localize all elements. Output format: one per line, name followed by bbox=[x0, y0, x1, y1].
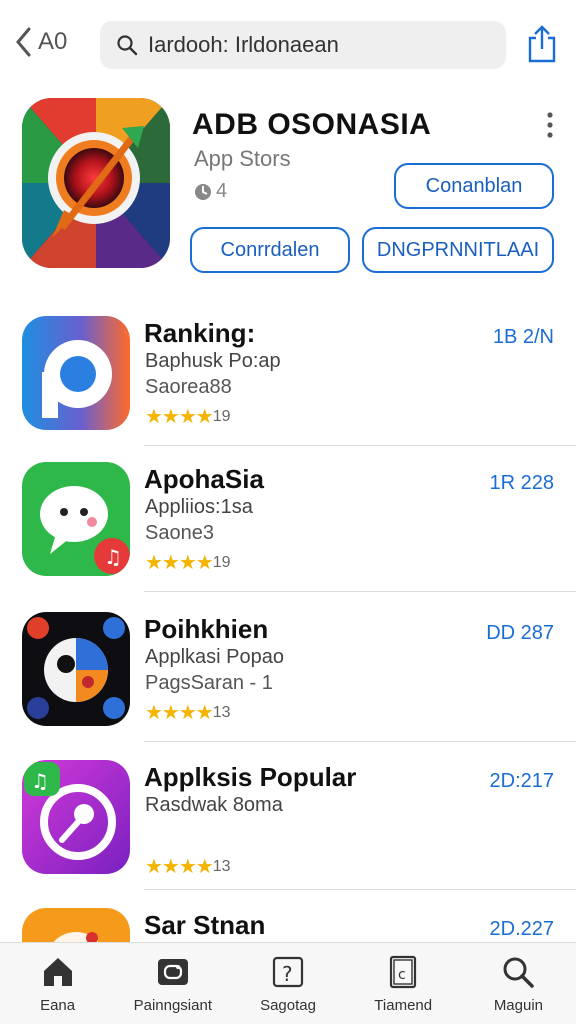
share-icon[interactable] bbox=[526, 24, 558, 64]
featured-app: ADB OSONASIA App Stors 4 Conanblan Conrr… bbox=[0, 96, 576, 286]
tab-search[interactable]: Maguin bbox=[461, 943, 576, 1024]
tab-label: Maguin bbox=[493, 997, 544, 1014]
app-category: Baphusk Po:ap bbox=[145, 350, 281, 372]
more-options-icon[interactable] bbox=[542, 110, 558, 140]
app-name: Ranking: bbox=[144, 318, 256, 348]
featured-action-button-1[interactable]: Conanblan bbox=[394, 163, 554, 209]
star-rating: ★★★★ 13 bbox=[145, 700, 231, 725]
app-subtitle: PagsSaran - 1 bbox=[145, 672, 273, 694]
stars-icon: ★★★★ bbox=[145, 856, 214, 878]
svg-text:♫: ♫ bbox=[31, 769, 49, 793]
purple-gauge-icon: ♫ bbox=[22, 760, 130, 874]
search-icon bbox=[117, 35, 138, 56]
featured-action-button-3[interactable]: DNGPRNNITLAAI bbox=[362, 227, 554, 273]
list-item[interactable]: Ranking: Baphusk Po:ap Saorea88 ★★★★ 19 1… bbox=[0, 300, 576, 448]
help-icon: ? bbox=[272, 956, 304, 988]
svg-text:♫: ♫ bbox=[104, 545, 122, 569]
app-category: Applkasi Popao bbox=[145, 646, 284, 668]
tab-label: Eana bbox=[40, 997, 76, 1014]
app-category: Rasdwak 8oma bbox=[145, 794, 283, 816]
chevron-left-icon bbox=[16, 27, 31, 57]
games-icon bbox=[157, 959, 188, 985]
app-name: Sar Stnan bbox=[144, 910, 266, 940]
tab-label: Sagotag bbox=[260, 997, 316, 1014]
bird-games-icon bbox=[22, 612, 130, 726]
app-name: Applksis Popular bbox=[144, 762, 357, 792]
svg-text:c: c bbox=[398, 967, 406, 983]
search-bar[interactable] bbox=[100, 21, 506, 69]
app-name: ApohaSia bbox=[144, 464, 264, 494]
stars-icon: ★★★★ bbox=[145, 552, 214, 574]
star-rating: ★★★★ 13 bbox=[145, 854, 231, 879]
featured-rating-value: 4 bbox=[216, 180, 228, 202]
star-rating: ★★★★ 19 bbox=[145, 404, 231, 429]
app-size: DD 287 bbox=[486, 622, 554, 644]
svg-text:?: ? bbox=[282, 962, 293, 986]
list-item[interactable]: Poihkhien Applkasi Popao PagsSaran - 1 ★… bbox=[0, 596, 576, 744]
app-category: Appliios:1sa bbox=[145, 496, 253, 518]
top-bar: A0 bbox=[0, 0, 576, 90]
rating-count: 13 bbox=[212, 703, 231, 721]
star-rating: ★★★★ 19 bbox=[145, 550, 231, 575]
list-item[interactable]: Sar Stnan 2D.227 bbox=[0, 892, 576, 942]
featured-action-button-2[interactable]: Conrrdalen bbox=[190, 227, 350, 273]
divider bbox=[144, 741, 576, 742]
back-label: A0 bbox=[38, 28, 68, 55]
stars-icon: ★★★★ bbox=[145, 702, 214, 724]
featured-app-title: ADB OSONASIA bbox=[192, 108, 432, 141]
divider bbox=[144, 591, 576, 592]
app-subtitle: Saone3 bbox=[145, 522, 214, 544]
rating-count: 13 bbox=[212, 857, 231, 875]
tab-help[interactable]: ? Sagotag bbox=[230, 943, 345, 1024]
divider bbox=[144, 889, 576, 890]
chat-music-icon: ♫ bbox=[22, 462, 130, 576]
tab-label: Tiamend bbox=[374, 997, 433, 1014]
document-icon: c bbox=[390, 955, 417, 989]
app-size: 1R 228 bbox=[489, 472, 555, 494]
tab-games[interactable]: Painngsiant bbox=[115, 943, 230, 1024]
list-item[interactable]: ♫ Applksis Popular Rasdwak 8oma ★★★★ 13 2… bbox=[0, 744, 576, 892]
app-size: 1B 2/N bbox=[492, 326, 554, 348]
back-button[interactable]: A0 bbox=[14, 26, 67, 58]
orange-app-icon bbox=[22, 908, 130, 942]
featured-app-subtitle: App Stors bbox=[194, 146, 291, 171]
rating-count: 19 bbox=[212, 553, 231, 571]
list-item[interactable]: ♫ ApohaSia Appliios:1sa Saone3 ★★★★ 19 1R… bbox=[0, 446, 576, 594]
tab-bar: Eana Painngsiant ? Sagotag c Tiamend Mag… bbox=[0, 942, 576, 1024]
app-subtitle: Saorea88 bbox=[145, 376, 232, 398]
stars-icon: ★★★★ bbox=[145, 406, 214, 428]
search-input[interactable] bbox=[148, 32, 488, 58]
featured-app-icon[interactable] bbox=[22, 98, 170, 268]
tab-documents[interactable]: c Tiamend bbox=[346, 943, 461, 1024]
home-icon bbox=[43, 958, 72, 986]
tab-label: Painngsiant bbox=[133, 997, 212, 1014]
featured-app-rating: 4 bbox=[194, 180, 227, 203]
parking-p-icon bbox=[22, 316, 130, 430]
app-size: 2D:217 bbox=[489, 770, 555, 792]
rating-badge-icon bbox=[195, 183, 211, 200]
tab-home[interactable]: Eana bbox=[0, 943, 115, 1024]
search-icon bbox=[503, 957, 535, 988]
rating-count: 19 bbox=[212, 407, 231, 425]
app-name: Poihkhien bbox=[144, 614, 269, 644]
app-size: 2D.227 bbox=[489, 918, 555, 940]
